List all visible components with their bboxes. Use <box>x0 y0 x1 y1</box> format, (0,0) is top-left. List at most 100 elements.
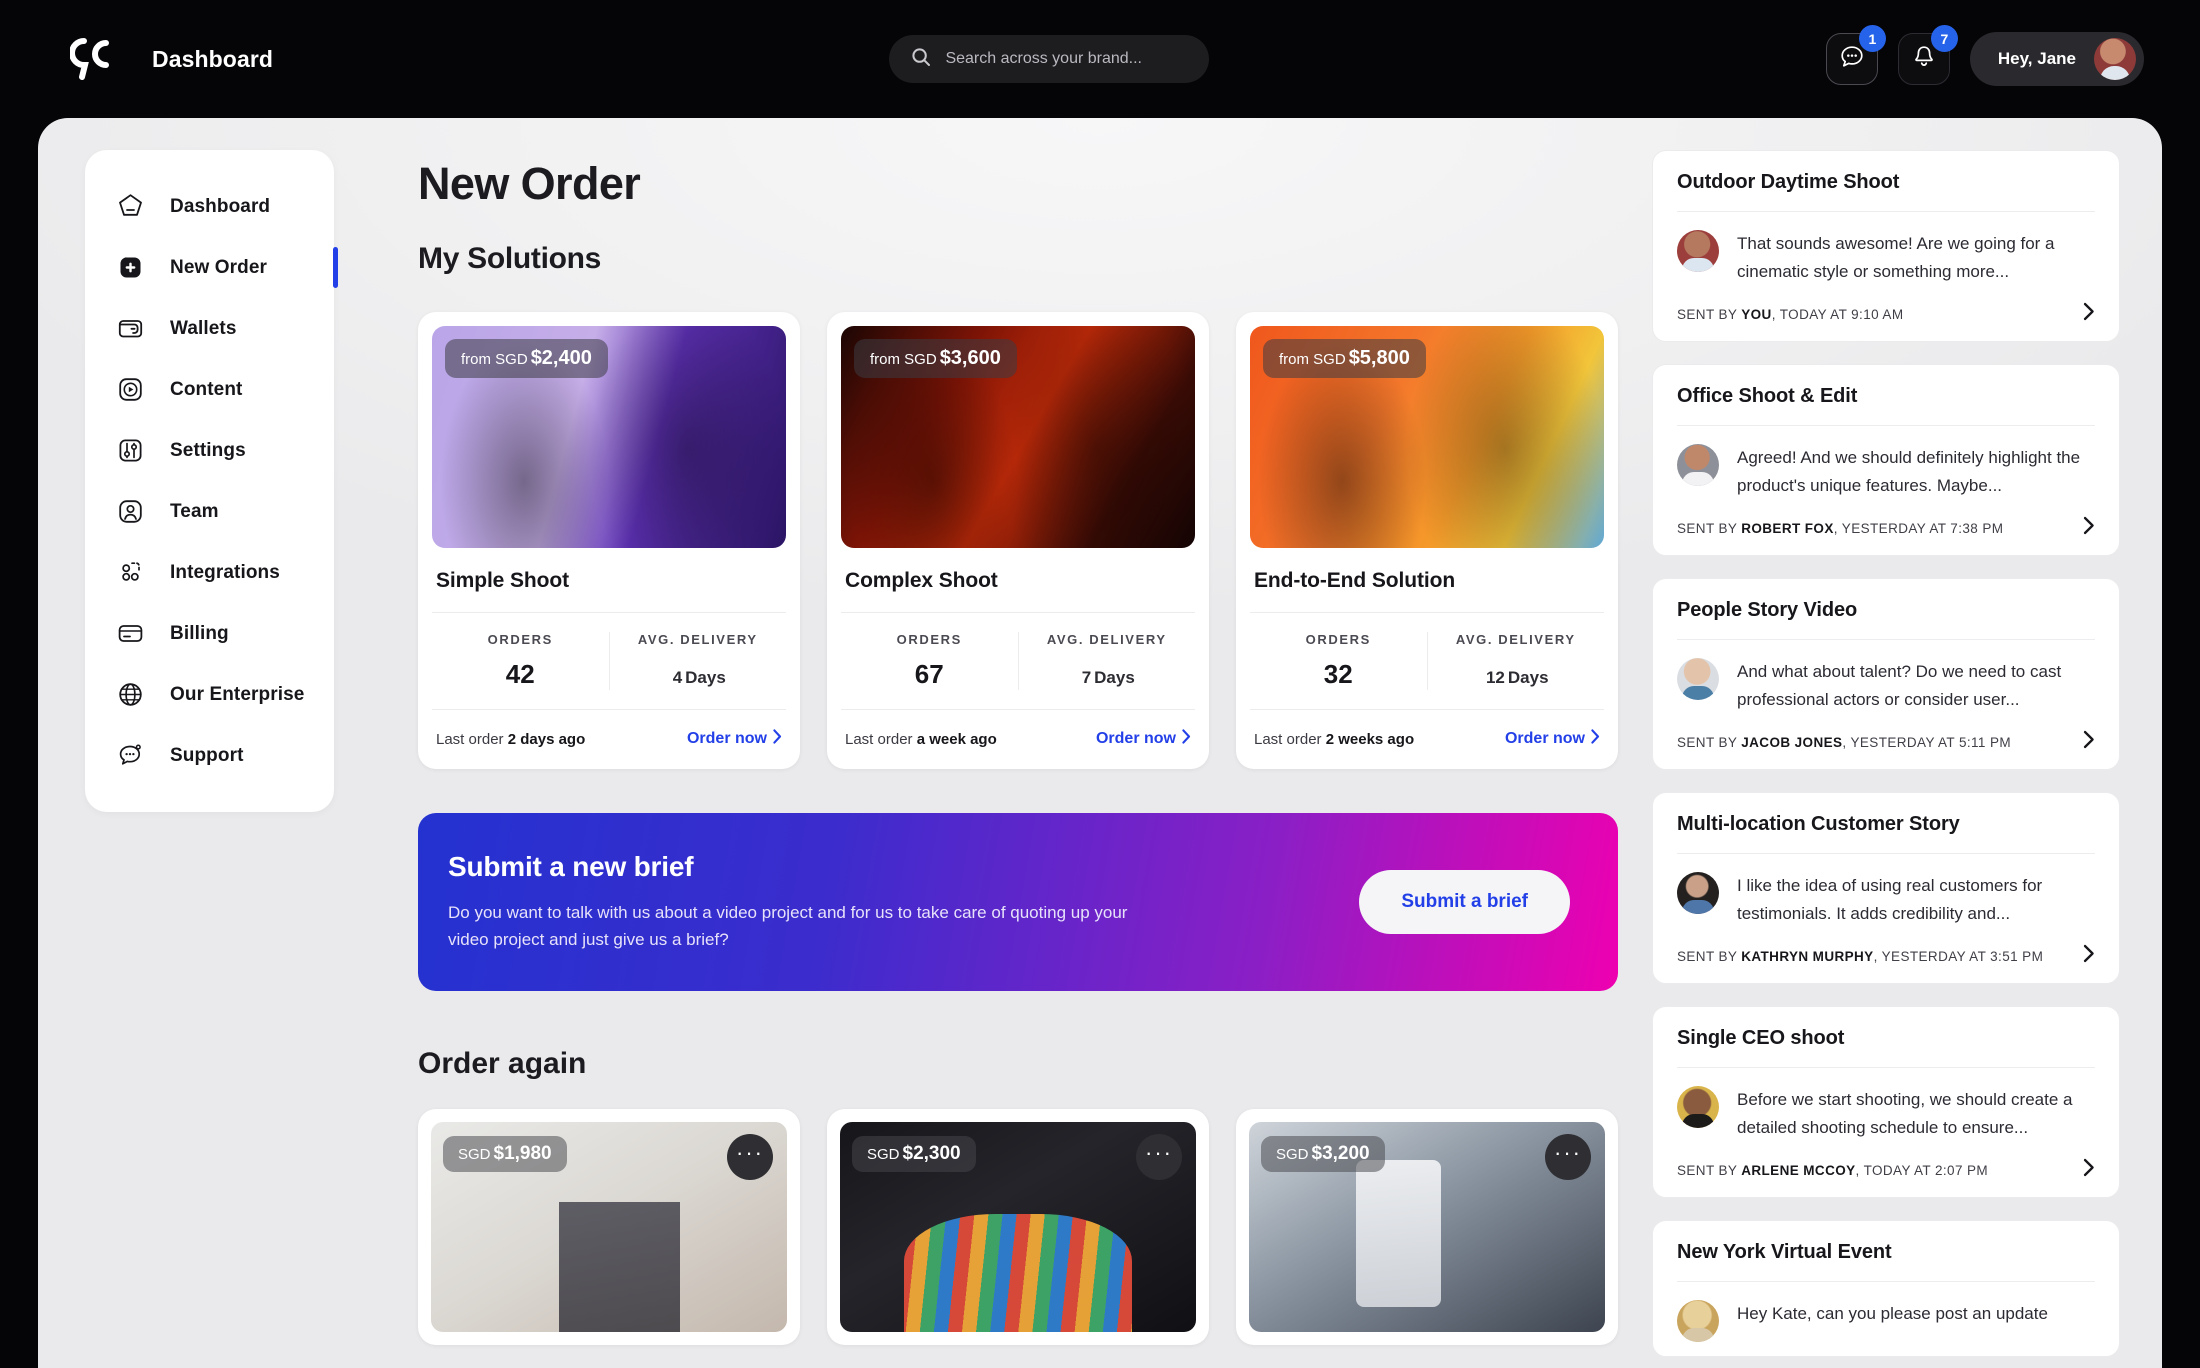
message-card[interactable]: Multi-location Customer Story I like the … <box>1652 792 2120 985</box>
message-timestamp: , TODAY AT 2:07 PM <box>1855 1163 1989 1179</box>
delivery-label: AVG. DELIVERY <box>637 632 758 647</box>
sidebar-item-new-order[interactable]: New Order <box>85 237 338 298</box>
chevron-right-icon[interactable] <box>2083 944 2095 969</box>
order-again-card[interactable]: SGD $2,300 ··· <box>827 1109 1209 1345</box>
solution-card[interactable]: from SGD $2,400 Simple Shoot ORDERS 42 AVG. D… <box>418 312 800 769</box>
notifications-button[interactable]: 7 <box>1897 25 1958 85</box>
price-badge: from SGD $2,400 <box>445 339 608 378</box>
sidebar-item-wallets[interactable]: Wallets <box>85 298 334 359</box>
solution-thumbnail: from SGD $2,400 <box>432 326 786 548</box>
message-title: Office Shoot & Edit <box>1677 385 1858 408</box>
sidebar-item-team[interactable]: Team <box>85 481 334 542</box>
delivery-stat: AVG. DELIVERY 4 Days <box>608 632 787 690</box>
divider <box>1677 211 2095 212</box>
message-body: Agreed! And we should definitely highlig… <box>1677 444 2095 499</box>
globe-icon <box>117 681 144 708</box>
page-title: New Order <box>418 158 641 209</box>
message-card[interactable]: Single CEO shoot Before we start shooting… <box>1652 1006 2120 1199</box>
sender-avatar <box>1677 230 1719 272</box>
message-card[interactable]: Office Shoot & Edit Agreed! And we should… <box>1652 364 2120 557</box>
solution-thumbnail: from SGD $3,600 <box>841 326 1195 548</box>
chevron-right-icon[interactable] <box>2083 302 2095 327</box>
message-card[interactable]: New York Virtual Event Hey Kate, can you … <box>1652 1220 2120 1358</box>
sidebar-item-billing[interactable]: Billing <box>85 603 334 664</box>
message-text: Agreed! And we should definitely highlig… <box>1737 448 2081 495</box>
message-title: New York Virtual Event <box>1677 1241 1892 1264</box>
chevron-right-icon <box>1591 729 1600 749</box>
message-card[interactable]: Outdoor Daytime Shoot That sounds awesome… <box>1652 150 2120 343</box>
app-screen: Dashboard Search across your brand... 1 … <box>0 0 2200 1368</box>
orders-label: ORDERS <box>487 632 553 647</box>
message-text: Hey Kate, can you please post an update <box>1737 1304 2048 1324</box>
solution-thumbnail: from SGD $5,800 <box>1250 326 1604 548</box>
sidebar-item-dashboard[interactable]: Dashboard <box>85 176 334 237</box>
solution-name: Simple Shoot <box>436 569 569 592</box>
delivery-value: 12 <box>1485 668 1505 687</box>
ellipsis-icon[interactable]: ··· <box>1545 1134 1591 1180</box>
sidebar-item-our-enterprise[interactable]: Our Enterprise <box>85 664 334 725</box>
delivery-unit: Days <box>1094 668 1135 687</box>
message-card[interactable]: People Story Video And what about talent?… <box>1652 578 2120 771</box>
chevron-right-icon[interactable] <box>2083 730 2095 755</box>
price-badge: from SGD $5,800 <box>1263 339 1426 378</box>
message-text: And what about talent? Do we need to cas… <box>1737 662 2062 709</box>
delivery-value: 4 <box>672 668 683 687</box>
search-box[interactable] <box>889 35 1210 83</box>
plus-square-icon <box>117 254 144 281</box>
message-meta: SENT BY YOU, TODAY AT 9:10 AM <box>1677 307 1903 322</box>
currency-label: SGD <box>458 1146 491 1163</box>
submit-brief-button[interactable]: Submit a brief <box>1359 870 1570 934</box>
orders-value: 32 <box>1323 659 1353 689</box>
orders-stat: ORDERS 67 <box>841 632 1018 690</box>
chevron-right-icon[interactable] <box>2083 1158 2095 1183</box>
divider <box>1677 1067 2095 1069</box>
solution-card[interactable]: from SGD $3,600 Complex Shoot ORDERS 67 AVG. … <box>827 312 1209 769</box>
sidebar-item-content[interactable]: Content <box>85 359 334 420</box>
sidebar-item-label: Settings <box>170 439 246 461</box>
sent-by-prefix: SENT BY <box>1677 1163 1738 1179</box>
last-order-prefix: Last order <box>436 730 504 748</box>
sent-by-prefix: SENT BY <box>1677 949 1738 965</box>
message-timestamp: , YESTERDAY AT 3:51 PM <box>1873 949 2044 965</box>
ellipsis-icon[interactable]: ··· <box>727 1134 773 1180</box>
search-wrapper <box>273 35 1826 83</box>
message-meta: SENT BY ARLENE MCCOY, TODAY AT 2:07 PM <box>1677 1163 1988 1178</box>
currency-label: SGD <box>1276 1146 1309 1163</box>
credit-card-icon <box>117 620 144 647</box>
chevron-right-icon <box>773 729 782 749</box>
order-now-link[interactable]: Order now <box>687 729 782 749</box>
message-text: Before we start shooting, we should crea… <box>1737 1090 2073 1137</box>
sidebar-item-label: Integrations <box>170 561 280 583</box>
sidebar-item-support[interactable]: Support <box>85 725 334 786</box>
wallet-icon <box>117 315 144 342</box>
order-again-grid: SGD $1,980 ··· SGD $2,300 ··· SGD $3,200 ··· <box>418 1109 1618 1345</box>
order-now-link[interactable]: Order now <box>1096 729 1191 749</box>
message-meta: SENT BY JACOB JONES, YESTERDAY AT 5:11 P… <box>1677 735 2011 750</box>
order-again-thumbnail: SGD $3,200 ··· <box>1249 1122 1605 1332</box>
sidebar-item-settings[interactable]: Settings <box>85 420 334 481</box>
order-again-card[interactable]: SGD $1,980 ··· <box>418 1109 800 1345</box>
last-order-value: 2 weeks ago <box>1325 730 1415 748</box>
messages-button[interactable]: 1 <box>1825 25 1886 85</box>
delivery-value: 7 <box>1081 668 1092 687</box>
delivery-unit: Days <box>1507 668 1549 687</box>
solution-card[interactable]: from SGD $5,800 End-to-End Solution ORDERS 3… <box>1236 312 1618 769</box>
notifications-badge: 7 <box>1930 25 1958 52</box>
sender-avatar <box>1677 658 1719 701</box>
main-content: New Order My Solutions from SGD $2,400 Sim… <box>418 158 1618 1345</box>
message-text: That sounds awesome! Are we going for a … <box>1737 234 2055 281</box>
orders-label: ORDERS <box>896 632 962 647</box>
message-footer: SENT BY YOU, TODAY AT 9:10 AM <box>1677 302 2095 327</box>
solution-name: Complex Shoot <box>845 569 998 592</box>
sidebar-item-label: New Order <box>170 256 267 278</box>
ellipsis-icon[interactable]: ··· <box>1136 1134 1182 1180</box>
orders-stat: ORDERS 32 <box>1250 632 1427 690</box>
user-menu[interactable]: Hey, Jane <box>1969 32 2144 86</box>
sidebar-item-integrations[interactable]: Integrations <box>85 542 334 603</box>
chevron-right-icon[interactable] <box>2083 516 2095 541</box>
delivery-label: AVG. DELIVERY <box>1046 632 1167 647</box>
search-input[interactable] <box>945 50 1188 68</box>
last-order-value: 2 days ago <box>507 730 586 748</box>
order-again-card[interactable]: SGD $3,200 ··· <box>1236 1109 1618 1345</box>
order-now-link[interactable]: Order now <box>1505 729 1600 749</box>
